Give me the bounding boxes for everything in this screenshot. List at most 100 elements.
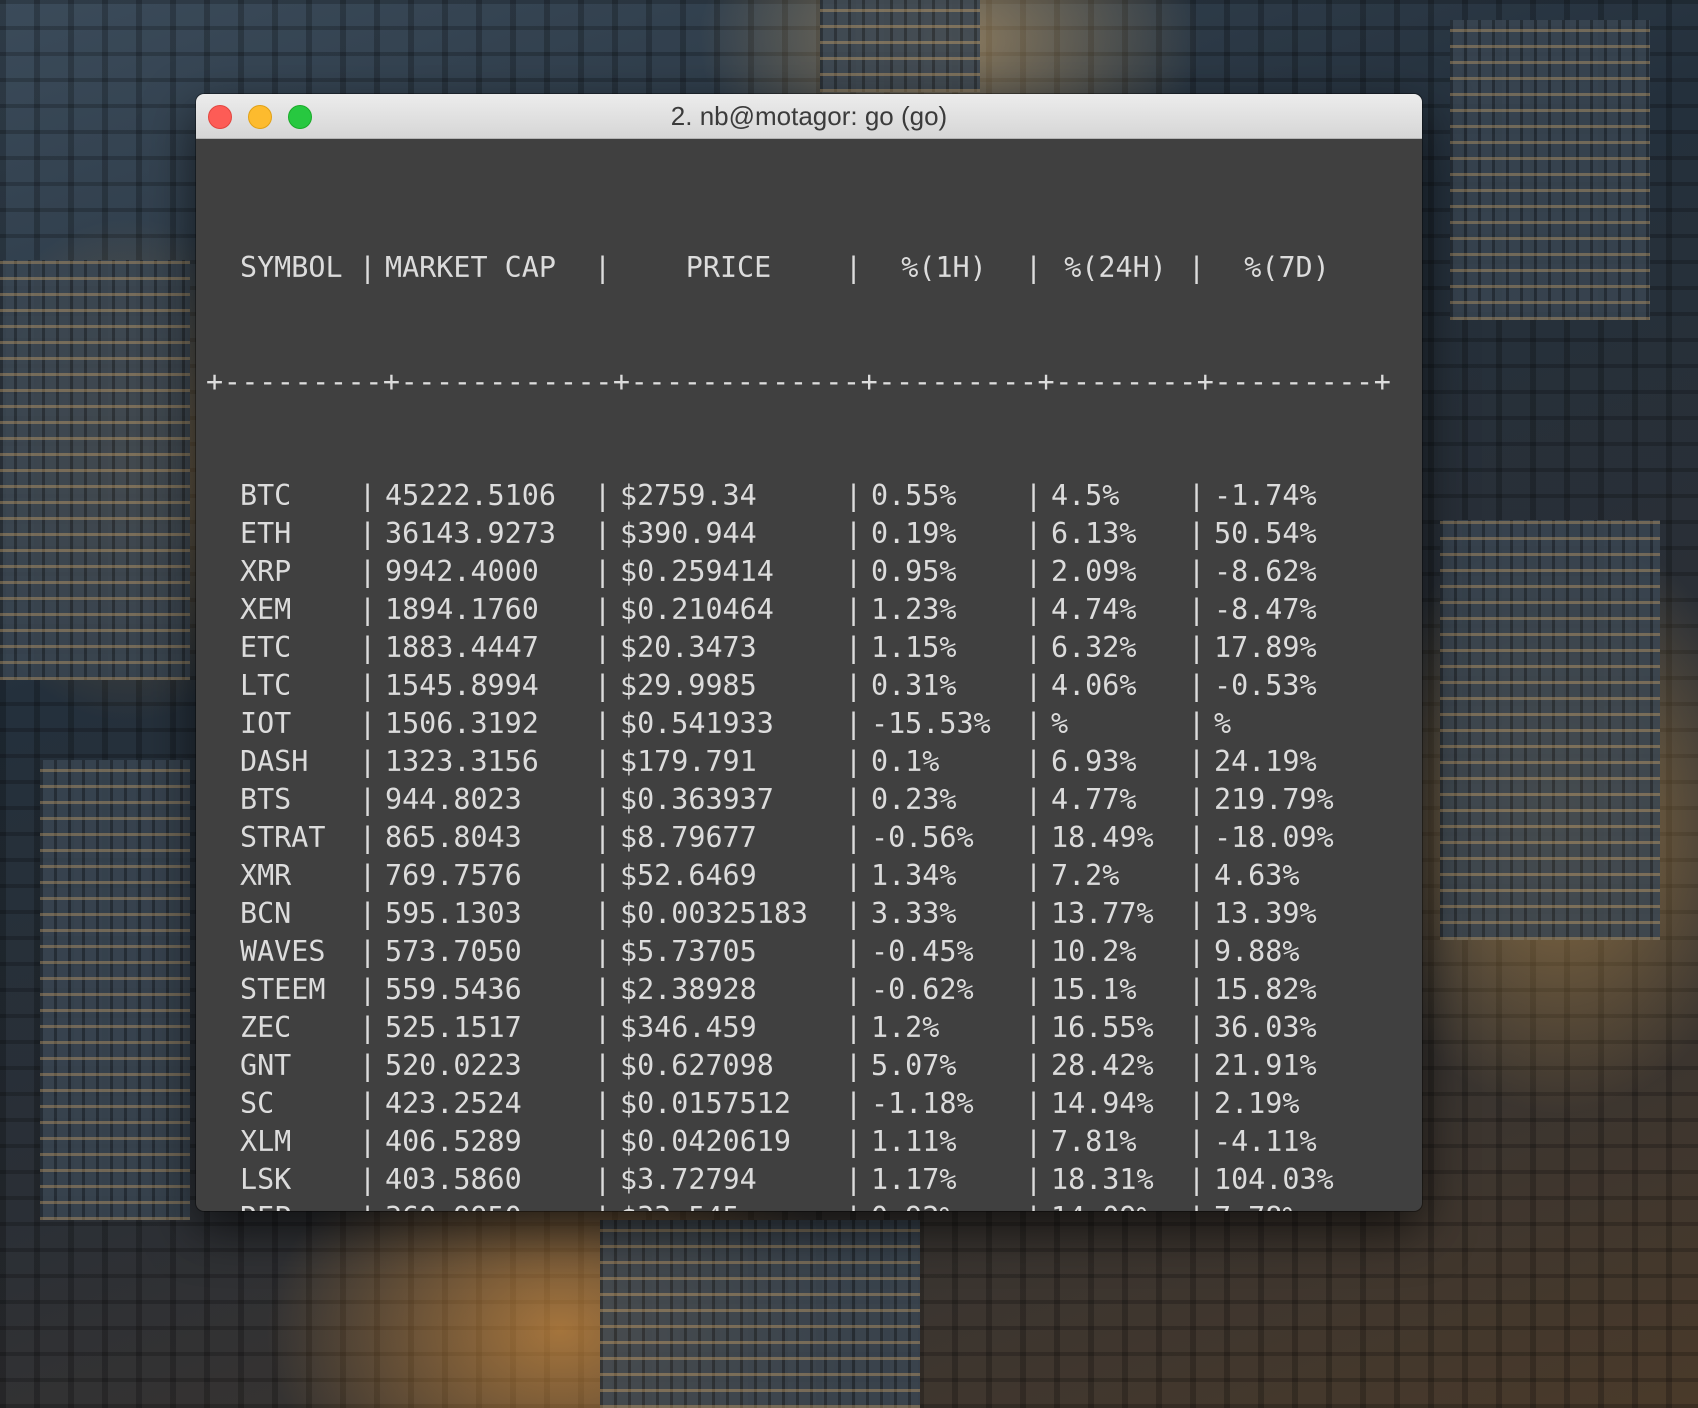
cell-change-7d: 36.03% — [1214, 1011, 1317, 1044]
cell-market-cap: 559.5436 — [385, 973, 522, 1006]
header-change-24h: %(24H) — [1064, 251, 1167, 284]
cell-price: $8.79677 — [620, 821, 757, 854]
cell-change-7d: 50.54% — [1214, 517, 1317, 550]
cell-price: $2.38928 — [620, 973, 757, 1006]
cell-symbol: ZEC — [240, 1011, 292, 1044]
cell-price: $33.545 — [603, 1199, 854, 1211]
table-separator: +---------+------------+-------------+--… — [206, 365, 1392, 398]
cell-symbol: SC — [240, 1087, 275, 1120]
window-titlebar[interactable]: 2. nb@motagor: go (go) — [196, 94, 1422, 139]
cell-change-1h: 1.23% — [871, 593, 957, 626]
building-right — [1450, 20, 1650, 320]
table-row: BCN 595.1303 $0.00325183 3.33% 13.77% 13.39% — [206, 895, 1422, 933]
table-row: GNT 520.0223 $0.627098 5.07% 28.42% 21.91% — [206, 1047, 1422, 1085]
cell-symbol: XLM — [240, 1125, 292, 1158]
cell-change-24h: 10.2% — [1051, 935, 1137, 968]
cell-market-cap: 9942.4000 — [385, 555, 539, 588]
cell-change-1h: 1.15% — [871, 631, 957, 664]
cell-change-1h: 1.17% — [871, 1163, 957, 1196]
cell-market-cap: 573.7050 — [385, 935, 522, 968]
cell-change-7d: -0.53% — [1214, 669, 1317, 702]
cell-symbol: STRAT — [240, 821, 326, 854]
cell-change-7d: % — [1214, 707, 1232, 740]
cell-change-1h: -15.53% — [871, 707, 991, 740]
cell-change-1h: 0.55% — [871, 479, 957, 512]
cell-price: $0.0157512 — [620, 1087, 791, 1120]
terminal-window[interactable]: 2. nb@motagor: go (go) SYMBOL MARKET CAP… — [196, 94, 1422, 1211]
cell-change-7d: -1.74% — [1214, 479, 1317, 512]
cell-change-24h: 4.77% — [1051, 783, 1137, 816]
cell-symbol: XMR — [240, 859, 292, 892]
cell-change-24h: 14.09% — [1034, 1199, 1197, 1211]
cell-change-24h: 28.42% — [1051, 1049, 1154, 1082]
table-row: XRP 9942.4000 $0.259414 0.95% 2.09% -8.62% — [206, 553, 1422, 591]
cell-symbol: XEM — [240, 593, 292, 626]
cell-symbol: XRP — [240, 555, 292, 588]
table-row: ZEC 525.1517 $346.459 1.2% 16.55% 36.03% — [206, 1009, 1422, 1047]
cell-market-cap: 403.5860 — [385, 1163, 522, 1196]
building-right-lower — [1440, 520, 1660, 940]
table-row: ETC 1883.4447 $20.3473 1.15% 6.32% 17.89% — [206, 629, 1422, 667]
cell-change-24h: 6.32% — [1051, 631, 1137, 664]
cell-change-7d: 9.88% — [1214, 935, 1300, 968]
cell-change-7d: 21.91% — [1214, 1049, 1317, 1082]
table-row: BTC 45222.5106 $2759.34 0.55% 4.5% -1.74% — [206, 477, 1422, 515]
cell-change-24h: 7.81% — [1051, 1125, 1137, 1158]
cell-price: $390.944 — [620, 517, 757, 550]
cell-market-cap: 944.8023 — [385, 783, 522, 816]
cell-market-cap: 1894.1760 — [385, 593, 539, 626]
cell-price: $0.627098 — [620, 1049, 774, 1082]
cell-market-cap: 45222.5106 — [385, 479, 556, 512]
table-row: LSK 403.5860 $3.72794 1.17% 18.31% 104.03% — [206, 1161, 1422, 1199]
table-row: XEM 1894.1760 $0.210464 1.23% 4.74% -8.47% — [206, 591, 1422, 629]
cell-change-1h: 1.2% — [871, 1011, 940, 1044]
cell-market-cap: 423.2524 — [385, 1087, 522, 1120]
terminal-content[interactable]: SYMBOL MARKET CAP PRICE %(1H) %(24H) %(7… — [196, 139, 1422, 1211]
cell-market-cap: 520.0223 — [385, 1049, 522, 1082]
cell-change-24h: 18.49% — [1051, 821, 1154, 854]
cell-change-24h: 6.93% — [1051, 745, 1137, 778]
cell-price: $0.541933 — [620, 707, 774, 740]
cell-market-cap: 769.7576 — [385, 859, 522, 892]
cell-price: $52.6469 — [620, 859, 757, 892]
cell-change-7d: -18.09% — [1214, 821, 1334, 854]
cell-symbol: STEEM — [240, 973, 326, 1006]
building-bottom — [600, 1220, 920, 1408]
cell-symbol: ETC — [240, 631, 292, 664]
cell-change-24h: 6.13% — [1051, 517, 1137, 550]
cell-change-1h: 0.1% — [871, 745, 940, 778]
cell-market-cap: 36143.9273 — [385, 517, 556, 550]
table-row: ETH 36143.9273 $390.944 0.19% 6.13% 50.54% — [206, 515, 1422, 553]
cell-market-cap: 865.8043 — [385, 821, 522, 854]
table-body: BTC 45222.5106 $2759.34 0.55% 4.5% -1.74% ETH 3… — [206, 477, 1422, 1211]
header-change-7d: %(7D) — [1244, 251, 1330, 284]
cell-change-24h: 7.2% — [1051, 859, 1120, 892]
cell-change-7d: 2.19% — [1214, 1087, 1300, 1120]
table-row: STRAT 865.8043 $8.79677 -0.56% 18.49% -18.09% — [206, 819, 1422, 857]
table-row: REP368.9950$33.5450.92%14.09%7.78% — [206, 1199, 1422, 1211]
cell-price: $0.210464 — [620, 593, 774, 626]
table-row: WAVES 573.7050 $5.73705 -0.45% 10.2% 9.88% — [206, 933, 1422, 971]
cell-change-7d: 4.63% — [1214, 859, 1300, 892]
cell-symbol: REP — [206, 1199, 368, 1211]
cell-symbol: BTS — [240, 783, 292, 816]
table-row: SC 423.2524 $0.0157512 -1.18% 14.94% 2.19% — [206, 1085, 1422, 1123]
cell-price: $0.00325183 — [620, 897, 809, 930]
header-symbol: SYMBOL — [240, 251, 343, 284]
window-title: 2. nb@motagor: go (go) — [670, 101, 948, 131]
cell-change-24h: 15.1% — [1051, 973, 1137, 1006]
header-market-cap: MARKET CAP — [385, 251, 556, 284]
table-header-row: SYMBOL MARKET CAP PRICE %(1H) %(24H) %(7… — [206, 249, 1422, 287]
header-price: PRICE — [685, 251, 772, 284]
table-row: XMR 769.7576 $52.6469 1.34% 7.2% 4.63% — [206, 857, 1422, 895]
cell-symbol: GNT — [240, 1049, 292, 1082]
cell-market-cap: 368.9950 — [368, 1199, 603, 1211]
cell-change-1h: -0.56% — [871, 821, 974, 854]
cell-price: $0.363937 — [620, 783, 774, 816]
cell-change-1h: -1.18% — [871, 1087, 974, 1120]
cell-change-1h: -0.45% — [871, 935, 974, 968]
cell-change-1h: 0.95% — [871, 555, 957, 588]
cell-change-24h: 18.31% — [1051, 1163, 1154, 1196]
cell-change-1h: 0.19% — [871, 517, 957, 550]
cell-price: $179.791 — [620, 745, 757, 778]
